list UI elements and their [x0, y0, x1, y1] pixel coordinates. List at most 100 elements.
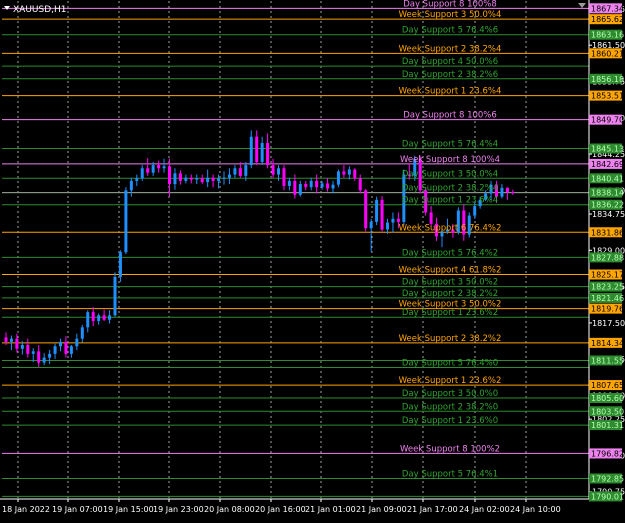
x-axis-tick-label: 20 Jan 16:00 — [255, 505, 306, 514]
y-axis-tick-label: 1817.50 — [592, 319, 625, 328]
support-level-label: Day Support 1 23.6%4 — [402, 196, 498, 206]
x-axis-tick-label: 19 Jan 07:00 — [52, 505, 103, 514]
candle-body — [200, 178, 204, 183]
candle-body — [48, 353, 52, 358]
candle-body — [260, 143, 264, 162]
support-level-label: Day Support 5 76.4%2 — [402, 248, 498, 258]
price-tag-label: 1819.76 — [591, 305, 624, 314]
candle-body — [157, 165, 161, 169]
candle-body — [151, 165, 155, 173]
candle-body — [64, 341, 68, 354]
x-axis-tick-label: 19 Jan 15:00 — [103, 505, 154, 514]
price-tag-label: 1849.70 — [591, 116, 624, 125]
candle-body — [53, 346, 57, 354]
candle-body — [162, 166, 166, 169]
price-tag-label: 1803.50 — [591, 407, 624, 416]
candle-body — [168, 166, 171, 185]
support-level-label: Week Support 2 38.2%2 — [399, 334, 502, 344]
support-level-label: Day Support 8 100%8 — [403, 0, 497, 9]
candle-body — [238, 168, 242, 176]
support-level-label: Day Support 3 50.0%0 — [402, 389, 498, 399]
support-level-label: Week Support 1 23.6%2 — [399, 376, 502, 386]
candle-body — [309, 180, 313, 188]
x-axis-tick-label: 21 Jan 01:00 — [305, 505, 356, 514]
chart-window[interactable]: Day Support 8 100%8 Week Support 3 50.0%4… — [0, 0, 625, 519]
candle-body — [249, 136, 253, 166]
support-level-label: Day Support 3 50.0%4 — [402, 169, 498, 179]
candle-body — [4, 337, 8, 342]
candle-body — [91, 312, 95, 322]
candle-body — [135, 178, 139, 181]
candle-body — [331, 184, 335, 189]
candle-body — [347, 169, 351, 175]
candle-body — [9, 338, 13, 342]
support-level-label: Day Support 2 38.2%4 — [402, 184, 498, 194]
candle-body — [15, 338, 19, 349]
candle-body — [173, 173, 177, 185]
candle-body — [113, 276, 117, 316]
candle-body — [31, 351, 35, 354]
x-axis-tick-label: 21 Jan 09:00 — [356, 505, 407, 514]
candle-body — [124, 190, 128, 253]
candle-body — [140, 168, 144, 179]
candle-body — [342, 171, 346, 175]
candle-body — [320, 183, 324, 188]
support-level-label: Day Support 5 76.4%0 — [402, 359, 498, 369]
candle-body — [69, 346, 73, 354]
support-level-label: Day Support 2 38.2%2 — [402, 289, 498, 299]
support-level-label: Week Support 8 100%4 — [400, 155, 500, 165]
candle-body — [277, 168, 280, 175]
support-level-label: Day Support 5 76.4%1 — [402, 469, 498, 479]
support-level-label: Week Support 8 100%2 — [400, 444, 500, 454]
support-level-label: Day Support 4 50.0%6 — [402, 57, 498, 67]
chart-title[interactable]: XAUUSD,H1 — [4, 5, 67, 15]
candle-body — [505, 187, 509, 193]
support-level-label: Week Support 3 50.0%4 — [399, 10, 502, 20]
price-tag-label: 1801.31 — [591, 421, 624, 430]
candle-body — [364, 190, 368, 229]
candle-body — [129, 180, 133, 191]
candle-body — [315, 180, 319, 188]
candle-body — [189, 177, 193, 180]
price-tag-label: 1790.01 — [591, 492, 624, 501]
candle-body — [293, 180, 297, 195]
support-level-label: Day Support 5 76.4%4 — [402, 140, 498, 150]
candle-body — [282, 168, 286, 186]
price-tag-label: 1838.14 — [591, 189, 624, 198]
candle-body — [326, 183, 330, 189]
x-axis-tick-label: 24 Jan 02:00 — [459, 505, 510, 514]
price-tag-label: 1845.13 — [591, 145, 624, 154]
price-tag-label: 1840.41 — [591, 174, 624, 183]
price-tag-label: 1836.22 — [591, 201, 624, 210]
candle-body — [375, 199, 379, 222]
price-tag-label: 1853.51 — [591, 92, 624, 101]
price-tag-label: 1825.17 — [591, 270, 624, 279]
candle-body — [266, 143, 270, 166]
support-level-label: Week Support 6 76.4%2 — [399, 223, 502, 233]
candle-body — [304, 184, 308, 188]
candle-body — [20, 344, 24, 349]
price-chart[interactable]: Day Support 8 100%8Week Support 3 50.0%4… — [0, 0, 625, 519]
candle-body — [396, 218, 400, 222]
candle-body — [511, 192, 515, 194]
candle-body — [75, 338, 79, 347]
candle-body — [353, 169, 357, 179]
x-axis-tick-label: 21 Jan 17:00 — [407, 505, 458, 514]
x-axis-tick-label: 20 Jan 08:00 — [204, 505, 255, 514]
support-level-label: Day Support 5 76.4%6 — [402, 26, 498, 36]
candle-body — [386, 222, 389, 230]
candle-body — [184, 177, 188, 181]
candle-body — [26, 344, 30, 354]
candle-body — [80, 327, 84, 339]
price-tag-label: 1867.34 — [591, 4, 624, 13]
symbol-title: XAUUSD,H1 — [13, 5, 67, 15]
candle-body — [59, 341, 62, 347]
price-tag-label: 1821.46 — [591, 294, 624, 303]
price-tag-label: 1805.60 — [591, 394, 624, 403]
candle-body — [86, 312, 90, 328]
support-level-label: Day Support 1 23.6%0 — [402, 416, 498, 426]
price-tag-label: 1823.25 — [591, 283, 624, 292]
support-level-label: Week Support 4 61.8%2 — [399, 265, 502, 275]
candle-body — [97, 315, 101, 322]
price-tag-label: 1856.18 — [591, 75, 624, 84]
